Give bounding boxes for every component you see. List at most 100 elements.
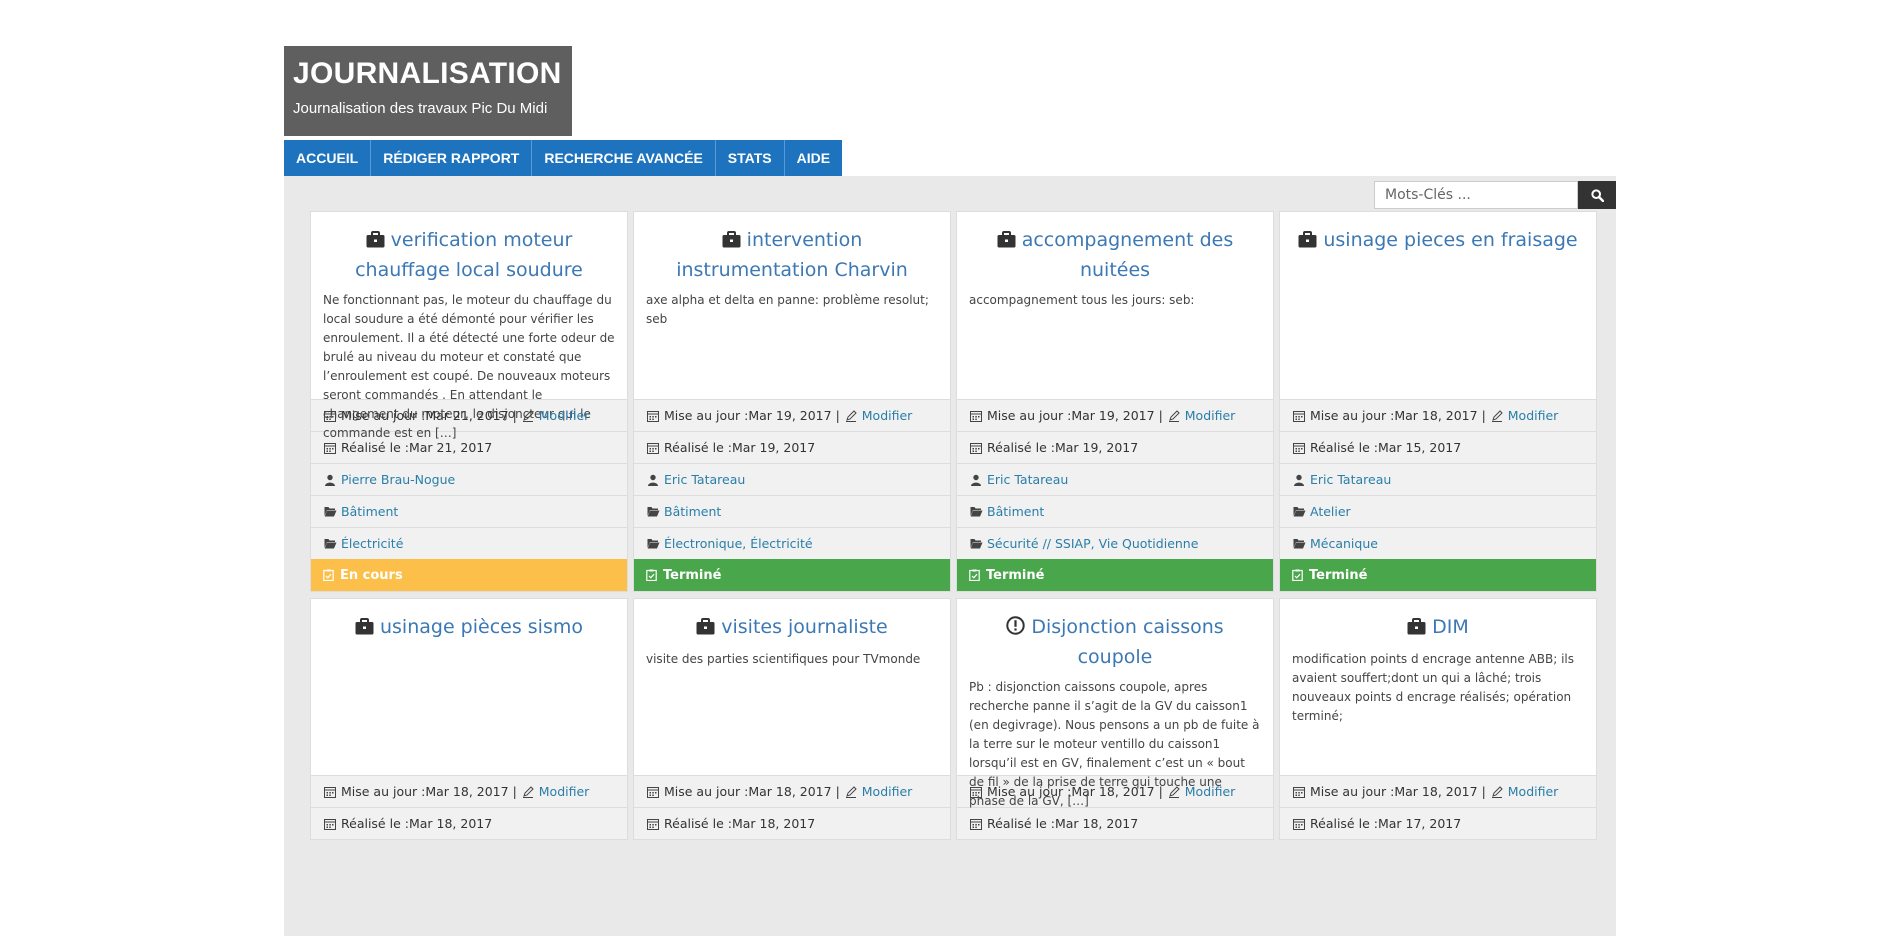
done-date: Mar 17, 2017 — [1377, 816, 1462, 831]
card-body: verification moteur chauffage local soud… — [311, 212, 627, 440]
card-body: Disjonction caissons coupole Pb : disjonc… — [957, 599, 1273, 808]
clipboard-check-icon — [646, 569, 659, 582]
separator: | — [508, 784, 521, 799]
meta-updated: Mise au jour : Mar 18, 2017 | Modifier — [311, 775, 627, 807]
meta-category: Sécurité // SSIAP, Vie Quotidienne — [957, 527, 1273, 559]
meta-location: Bâtiment — [957, 495, 1273, 527]
card-title[interactable]: visites journaliste — [646, 613, 938, 643]
updated-date: Mar 18, 2017 — [1071, 784, 1155, 799]
meta-updated: Mise au jour : Mar 18, 2017 | Modifier — [634, 775, 950, 807]
author-link[interactable]: Eric Tatareau — [1310, 472, 1391, 487]
status-bar: Terminé — [1280, 559, 1596, 591]
nav-item-accueil[interactable]: ACCUEIL — [284, 140, 372, 176]
report-card: usinage pièces sismo Mise au jour : Mar 1… — [310, 598, 628, 840]
meta-category: Électricité — [311, 527, 627, 559]
clipboard-check-icon — [1292, 569, 1305, 582]
edit-link[interactable]: Modifier — [1508, 408, 1559, 423]
pencil-icon — [1490, 785, 1504, 799]
updated-label: Mise au jour : — [1310, 784, 1395, 799]
card-title-text[interactable]: intervention instrumentation Charvin — [676, 229, 908, 281]
card-excerpt: axe alpha et delta en panne: problème re… — [646, 293, 929, 326]
done-label: Réalisé le : — [341, 816, 409, 831]
edit-link[interactable]: Modifier — [539, 408, 590, 423]
search-button[interactable] — [1578, 181, 1616, 209]
category-link[interactable]: Sécurité // SSIAP, Vie Quotidienne — [987, 536, 1198, 551]
card-title[interactable]: accompagnement des nuitées — [969, 226, 1261, 284]
card-title[interactable]: DIM — [1292, 613, 1584, 643]
done-date: Mar 18, 2017 — [731, 816, 816, 831]
card-excerpt: visite des parties scientifiques pour TV… — [646, 652, 921, 666]
nav-item-aide[interactable]: AIDE — [784, 140, 843, 176]
card-body: visites journaliste visite des parties sc… — [634, 599, 950, 775]
updated-label: Mise au jour : — [987, 784, 1072, 799]
card-body: DIM modification points d encrage antenne… — [1280, 599, 1596, 775]
card-title-text[interactable]: Disjonction caissons coupole — [1031, 616, 1223, 668]
updated-date: Mar 18, 2017 — [1394, 408, 1478, 423]
status-label: En cours — [340, 567, 403, 583]
card-title-text[interactable]: visites journaliste — [721, 616, 887, 638]
done-label: Réalisé le : — [664, 440, 732, 455]
meta-author: Eric Tatareau — [957, 463, 1273, 495]
meta-location: Bâtiment — [634, 495, 950, 527]
calendar-icon — [323, 817, 337, 831]
card-excerpt: modification points d encrage antenne AB… — [1292, 652, 1574, 723]
edit-link[interactable]: Modifier — [539, 784, 590, 799]
card-title-text[interactable]: usinage pièces sismo — [380, 616, 583, 638]
card-title-text[interactable]: usinage pieces en fraisage — [1323, 229, 1577, 251]
edit-link[interactable]: Modifier — [862, 784, 913, 799]
pencil-icon — [844, 785, 858, 799]
card-title[interactable]: intervention instrumentation Charvin — [646, 226, 938, 284]
site-title[interactable]: JOURNALISATION — [293, 56, 563, 92]
location-link[interactable]: Bâtiment — [341, 504, 398, 519]
site-branding[interactable]: JOURNALISATION Journalisation des travau… — [284, 46, 572, 136]
card-title[interactable]: verification moteur chauffage local soud… — [323, 226, 615, 284]
pencil-icon — [521, 785, 535, 799]
meta-updated: Mise au jour : Mar 18, 2017 | Modifier — [1280, 399, 1596, 431]
folder-icon — [646, 537, 660, 551]
category-link[interactable]: Électronique, Électricité — [664, 536, 813, 551]
edit-link[interactable]: Modifier — [1185, 784, 1236, 799]
author-link[interactable]: Eric Tatareau — [664, 472, 745, 487]
card-title[interactable]: usinage pieces en fraisage — [1292, 226, 1584, 256]
card-title-text[interactable]: accompagnement des nuitées — [1022, 229, 1234, 281]
meta-updated: Mise au jour : Mar 19, 2017 | Modifier — [634, 399, 950, 431]
done-date: Mar 18, 2017 — [1054, 816, 1139, 831]
site-wrapper: JOURNALISATION Journalisation des travau… — [284, 0, 1616, 936]
location-link[interactable]: Atelier — [1310, 504, 1351, 519]
user-icon — [646, 473, 660, 487]
nav-item-rediger-rapport[interactable]: RÉDIGER RAPPORT — [371, 140, 533, 176]
user-icon — [323, 473, 337, 487]
nav-item-recherche-avancee[interactable]: RECHERCHE AVANCÉE — [532, 140, 716, 176]
card-title[interactable]: Disjonction caissons coupole — [969, 613, 1261, 671]
location-link[interactable]: Bâtiment — [987, 504, 1044, 519]
card-title-text[interactable]: verification moteur chauffage local soud… — [355, 229, 583, 281]
author-link[interactable]: Pierre Brau-Nogue — [341, 472, 455, 487]
calendar-icon — [969, 785, 983, 799]
folder-icon — [969, 537, 983, 551]
location-link[interactable]: Bâtiment — [664, 504, 721, 519]
edit-link[interactable]: Modifier — [1185, 408, 1236, 423]
separator: | — [1154, 408, 1167, 423]
pencil-icon — [1167, 409, 1181, 423]
search-input[interactable] — [1374, 181, 1578, 209]
updated-date: Mar 19, 2017 — [748, 408, 832, 423]
updated-label: Mise au jour : — [987, 408, 1072, 423]
edit-link[interactable]: Modifier — [1508, 784, 1559, 799]
clipboard-check-icon — [969, 569, 982, 582]
card-title-text[interactable]: DIM — [1432, 616, 1469, 638]
calendar-icon — [969, 441, 983, 455]
nav-item-stats[interactable]: STATS — [715, 140, 785, 176]
updated-date: Mar 18, 2017 — [425, 784, 509, 799]
meta-done-date: Réalisé le : Mar 18, 2017 — [634, 807, 950, 839]
meta-category: Électronique, Électricité — [634, 527, 950, 559]
edit-link[interactable]: Modifier — [862, 408, 913, 423]
meta-category: Mécanique — [1280, 527, 1596, 559]
card-title[interactable]: usinage pièces sismo — [323, 613, 615, 643]
separator: | — [1477, 408, 1490, 423]
author-link[interactable]: Eric Tatareau — [987, 472, 1068, 487]
meta-location: Bâtiment — [311, 495, 627, 527]
meta-author: Eric Tatareau — [634, 463, 950, 495]
report-grid: verification moteur chauffage local soud… — [310, 211, 1597, 840]
category-link[interactable]: Électricité — [341, 536, 403, 551]
category-link[interactable]: Mécanique — [1310, 536, 1378, 551]
